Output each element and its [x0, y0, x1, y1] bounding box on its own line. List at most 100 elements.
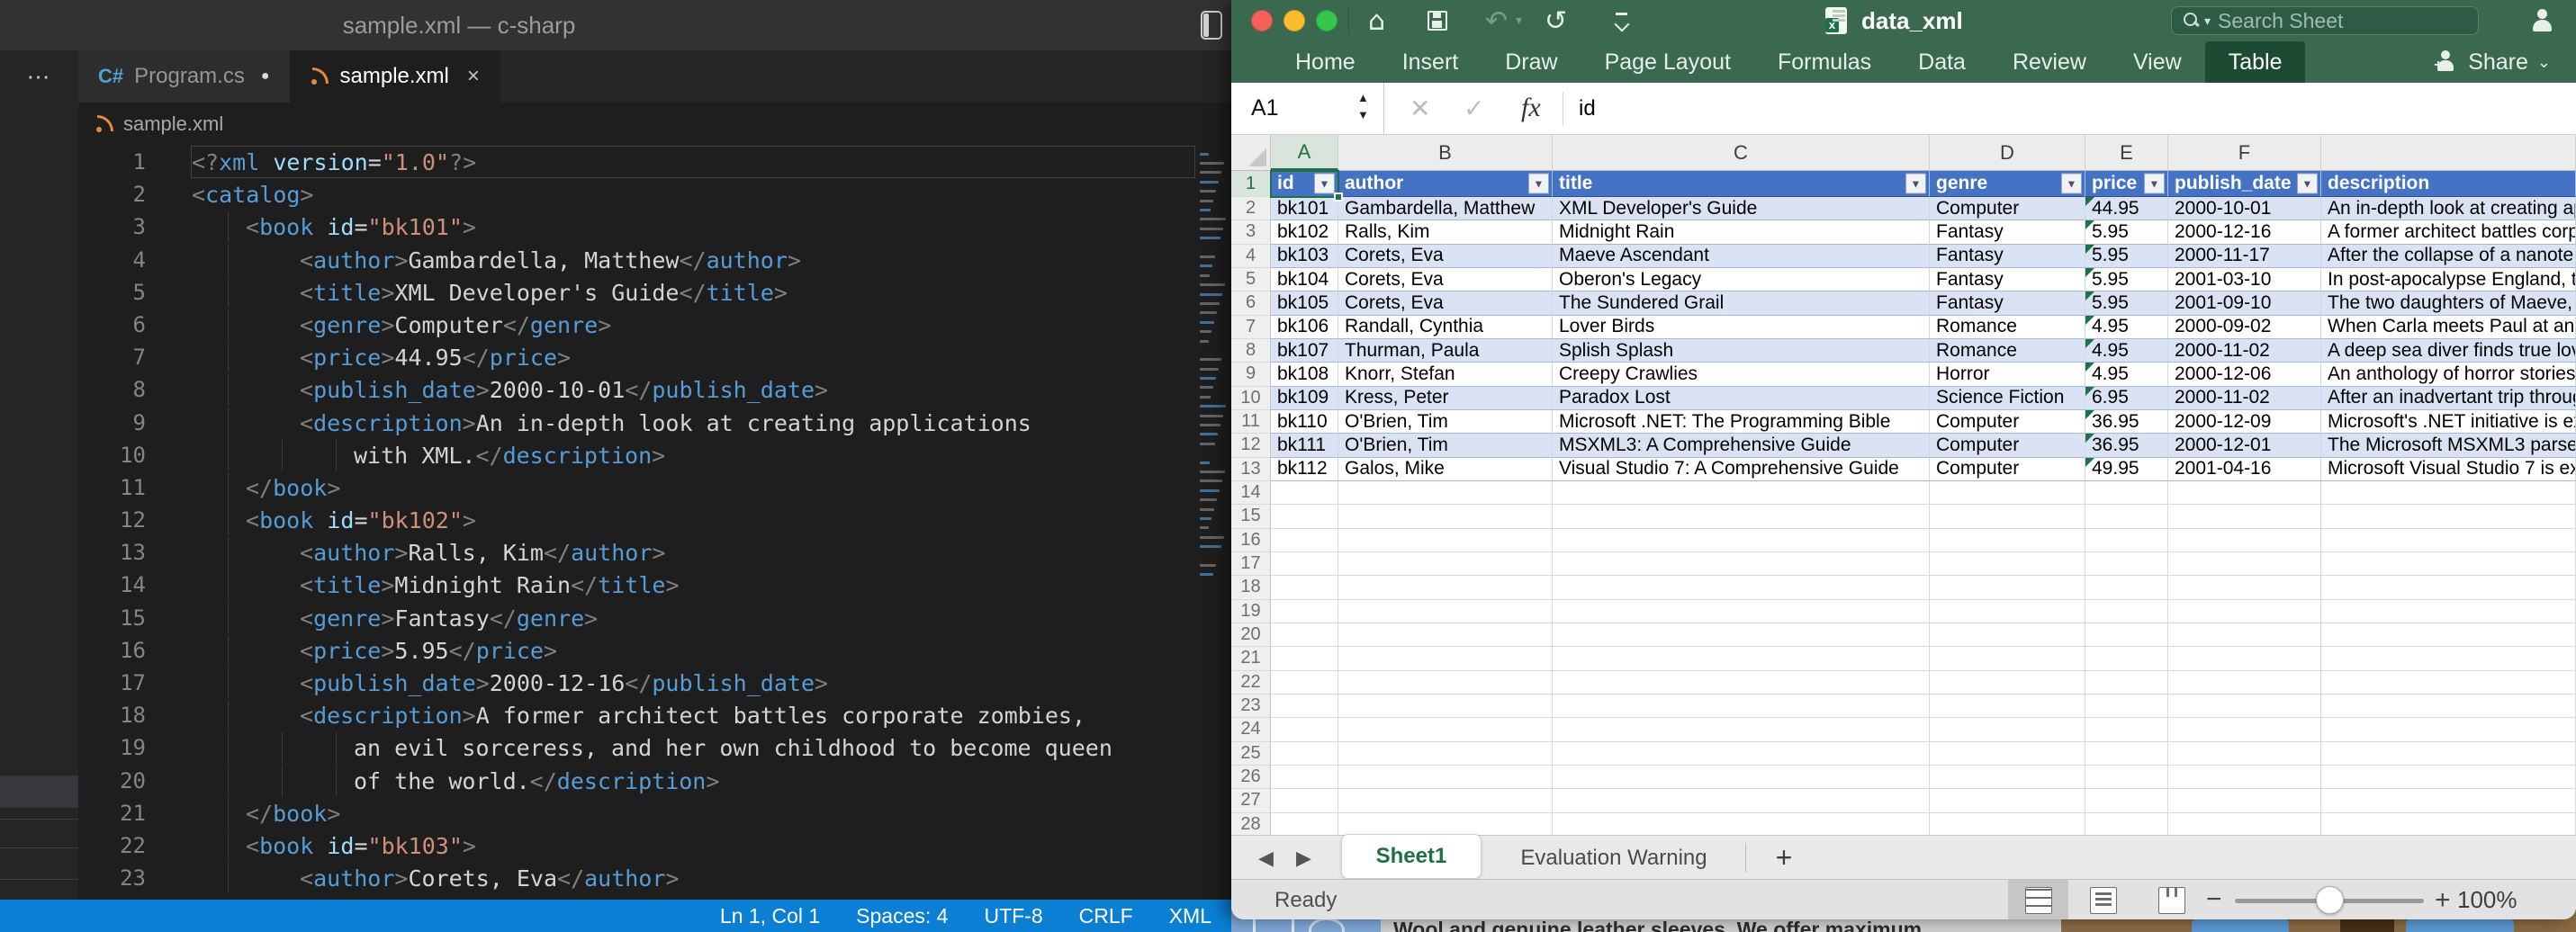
- cell[interactable]: Computer: [1930, 197, 2085, 220]
- vscode-titlebar[interactable]: sample.xml — c-sharp: [0, 0, 1231, 50]
- empty-cell[interactable]: [1271, 529, 1338, 552]
- row-header[interactable]: 26: [1231, 766, 1271, 789]
- line-number[interactable]: 21: [78, 797, 146, 829]
- minimize-window-button[interactable]: [1283, 10, 1305, 31]
- empty-cell[interactable]: [2321, 529, 2576, 552]
- line-number[interactable]: 8: [78, 373, 146, 406]
- empty-cell[interactable]: [1553, 505, 1930, 528]
- undo-dropdown-icon[interactable]: ▾: [1516, 0, 1522, 41]
- empty-cell[interactable]: [1338, 481, 1553, 505]
- empty-cell[interactable]: [1553, 766, 1930, 789]
- ribbon-tab-insert[interactable]: Insert: [1379, 41, 1482, 83]
- empty-cell[interactable]: [2085, 623, 2168, 647]
- cell[interactable]: 2000-11-02: [2168, 387, 2321, 410]
- empty-cell[interactable]: [2085, 789, 2168, 812]
- column-header-A[interactable]: A: [1271, 135, 1338, 170]
- empty-cell[interactable]: [2321, 576, 2576, 599]
- cell[interactable]: 4.95: [2085, 339, 2168, 363]
- empty-cell[interactable]: [2321, 481, 2576, 505]
- empty-cell[interactable]: [1553, 552, 1930, 576]
- account-icon[interactable]: [2529, 8, 2554, 33]
- empty-cell[interactable]: [1271, 576, 1338, 599]
- code-line[interactable]: 3<book id="bk101">: [78, 211, 1231, 243]
- row-header[interactable]: 23: [1231, 695, 1271, 718]
- cell[interactable]: Computer: [1930, 434, 2085, 457]
- search-sheet-input[interactable]: ▾ Search Sheet: [2171, 6, 2479, 35]
- breadcrumb[interactable]: sample.xml: [78, 103, 1231, 146]
- cell[interactable]: 2000-12-01: [2168, 434, 2321, 457]
- excel-titlebar[interactable]: ⌂ ↶ ▾ ↺ data_xml ▾ Search Sheet: [1231, 0, 2576, 41]
- zoom-out-button[interactable]: −: [2206, 880, 2222, 919]
- cell[interactable]: A former architect battles corp: [2321, 220, 2576, 244]
- line-number[interactable]: 20: [78, 765, 146, 797]
- cell[interactable]: Science Fiction: [1930, 387, 2085, 410]
- empty-cell[interactable]: [1338, 576, 1553, 599]
- row-header[interactable]: 11: [1231, 410, 1271, 434]
- empty-cell[interactable]: [1930, 529, 2085, 552]
- empty-cell[interactable]: [2085, 766, 2168, 789]
- cell[interactable]: bk110: [1271, 410, 1338, 434]
- line-number[interactable]: 3: [78, 211, 146, 243]
- cell[interactable]: Thurman, Paula: [1338, 339, 1553, 363]
- empty-cell[interactable]: [2085, 695, 2168, 718]
- cell[interactable]: Microsoft's .NET initiative is ex: [2321, 410, 2576, 434]
- line-number[interactable]: 2: [78, 178, 146, 211]
- empty-cell[interactable]: [2321, 647, 2576, 670]
- row-header[interactable]: 19: [1231, 600, 1271, 623]
- cell[interactable]: 5.95: [2085, 245, 2168, 268]
- empty-cell[interactable]: [1930, 505, 2085, 528]
- code-line[interactable]: 17<publish_date>2000-12-16</publish_date…: [78, 667, 1231, 699]
- empty-cell[interactable]: [2321, 789, 2576, 812]
- cell[interactable]: 36.95: [2085, 434, 2168, 457]
- code-line[interactable]: 22<book id="bk103">: [78, 829, 1231, 862]
- empty-cell[interactable]: [1930, 789, 2085, 812]
- empty-cell[interactable]: [1271, 647, 1338, 670]
- cell[interactable]: Lover Birds: [1553, 316, 1930, 339]
- cell[interactable]: bk106: [1271, 316, 1338, 339]
- empty-cell[interactable]: [1553, 671, 1930, 695]
- empty-cell[interactable]: [2168, 623, 2321, 647]
- empty-cell[interactable]: [1271, 789, 1338, 812]
- header-cell[interactable]: author▼: [1338, 171, 1553, 197]
- code-line[interactable]: 20of the world.</description>: [78, 765, 1231, 797]
- minimap[interactable]: [1200, 149, 1231, 599]
- cell[interactable]: A deep sea diver finds true lov: [2321, 339, 2576, 363]
- filter-button[interactable]: ▼: [1528, 174, 1549, 194]
- column-header-D[interactable]: D: [1930, 135, 2085, 170]
- empty-cell[interactable]: [2085, 742, 2168, 766]
- cell[interactable]: XML Developer's Guide: [1553, 197, 1930, 220]
- cell[interactable]: bk108: [1271, 363, 1338, 386]
- cell[interactable]: Gambardella, Matthew: [1338, 197, 1553, 220]
- status-bar-item[interactable]: Spaces: 4: [856, 904, 948, 928]
- row-header[interactable]: 7: [1231, 316, 1271, 339]
- row-header[interactable]: 22: [1231, 671, 1271, 695]
- cell[interactable]: Ralls, Kim: [1338, 220, 1553, 244]
- code-line[interactable]: 6<genre>Computer</genre>: [78, 309, 1231, 341]
- status-bar-item[interactable]: CRLF: [1079, 904, 1133, 928]
- line-number[interactable]: 14: [78, 569, 146, 601]
- line-number[interactable]: 12: [78, 504, 146, 536]
- filter-button[interactable]: ▼: [1905, 174, 1926, 194]
- line-number[interactable]: 6: [78, 309, 146, 341]
- cell[interactable]: Galos, Mike: [1338, 458, 1553, 481]
- code-line[interactable]: 9<description>An in-depth look at creati…: [78, 407, 1231, 439]
- cell[interactable]: Fantasy: [1930, 245, 2085, 268]
- cell[interactable]: Horror: [1930, 363, 2085, 386]
- empty-cell[interactable]: [2321, 505, 2576, 528]
- cell[interactable]: Creepy Crawlies: [1553, 363, 1930, 386]
- ribbon-tab-page-layout[interactable]: Page Layout: [1581, 41, 1754, 83]
- empty-cell[interactable]: [1338, 623, 1553, 647]
- cell[interactable]: Paradox Lost: [1553, 387, 1930, 410]
- cell[interactable]: Fantasy: [1930, 268, 2085, 291]
- cell[interactable]: Fantasy: [1930, 291, 2085, 315]
- cell[interactable]: 5.95: [2085, 268, 2168, 291]
- redo-icon[interactable]: ↺: [1545, 0, 1567, 41]
- line-number[interactable]: 13: [78, 536, 146, 569]
- row-header[interactable]: 12: [1231, 434, 1271, 457]
- filter-button[interactable]: ▼: [1314, 174, 1335, 194]
- cell[interactable]: Maeve Ascendant: [1553, 245, 1930, 268]
- line-number[interactable]: 4: [78, 244, 146, 276]
- column-header-C[interactable]: C: [1553, 135, 1930, 170]
- zoom-slider-handle[interactable]: [2316, 886, 2344, 914]
- cell[interactable]: bk105: [1271, 291, 1338, 315]
